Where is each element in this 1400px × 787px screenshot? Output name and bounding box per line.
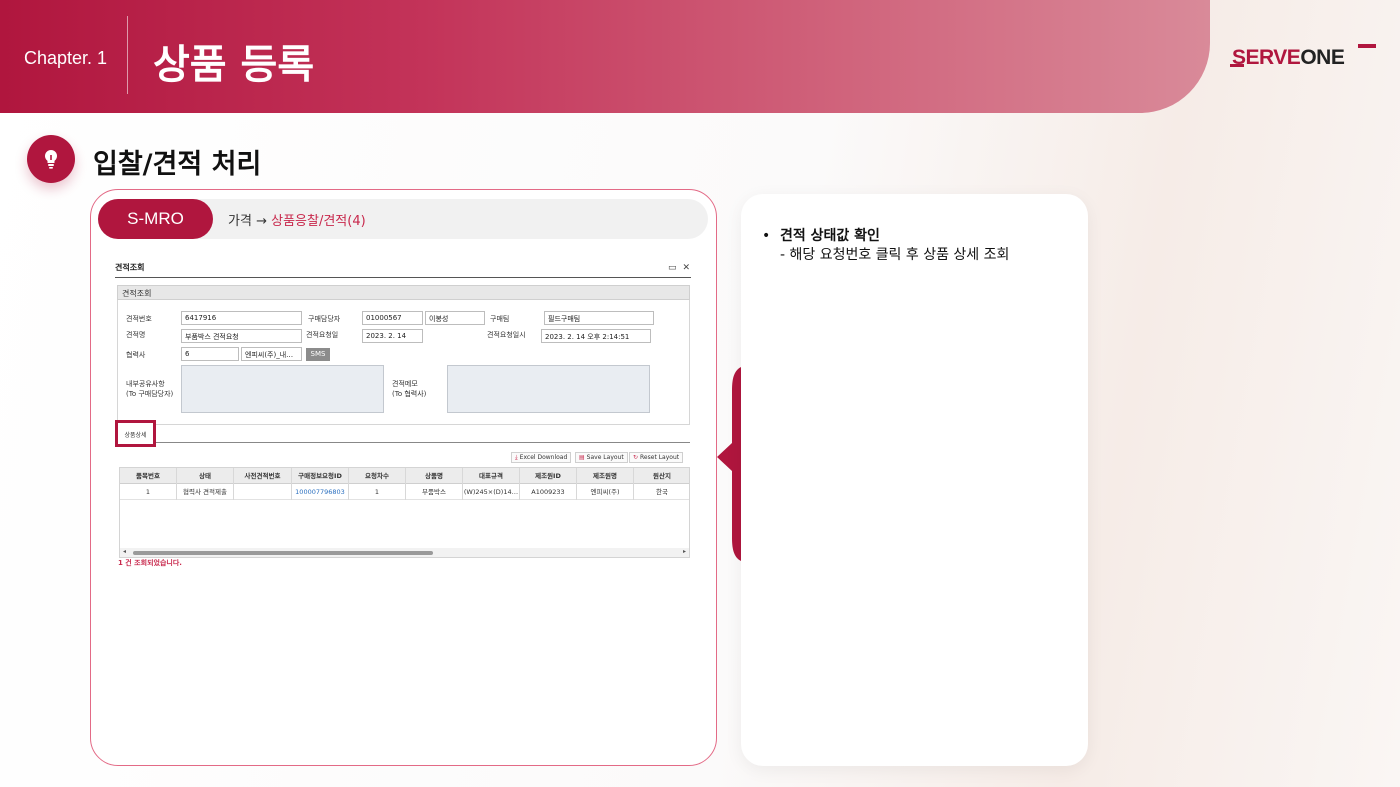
table-cell: 엔피씨(주) bbox=[577, 484, 634, 500]
page-title: 상품 등록 bbox=[153, 42, 315, 88]
column-header[interactable]: 대표규격 bbox=[463, 468, 520, 484]
column-header[interactable]: 제조원ID bbox=[520, 468, 577, 484]
lightbulb-icon bbox=[27, 135, 75, 183]
logo-accent-bar bbox=[1358, 44, 1376, 48]
window-title: 견적조회 bbox=[115, 263, 145, 272]
scroll-right-icon[interactable]: ▸ bbox=[683, 548, 686, 555]
reset-icon: ↻ bbox=[633, 454, 639, 461]
quote-memo-label-1: 견적메모 bbox=[392, 380, 418, 388]
request-date-label: 견적요청일 bbox=[306, 331, 339, 339]
section-title: 입찰/견적 처리 bbox=[93, 149, 262, 180]
column-header[interactable]: 요청차수 bbox=[349, 468, 406, 484]
table-cell: 1 bbox=[120, 484, 177, 500]
quote-memo-label-2: (To 협력사) bbox=[392, 390, 427, 398]
quote-no-label: 견적번호 bbox=[126, 315, 152, 323]
column-header[interactable]: 제조원명 bbox=[577, 468, 634, 484]
tab-divider bbox=[156, 442, 690, 443]
excel-download-button[interactable]: ⤓ Excel Download bbox=[511, 452, 572, 463]
quote-name-field[interactable]: 부품박스 견적요청 bbox=[181, 329, 302, 343]
breadcrumb-prefix: 가격 bbox=[228, 214, 252, 229]
request-date-field[interactable]: 2023. 2. 14 bbox=[362, 329, 423, 343]
note-panel bbox=[741, 194, 1088, 766]
quote-form: 견적번호 6417916 구매담당자 01000567 이봉성 구매팀 필드구매… bbox=[117, 300, 690, 425]
scroll-left-icon[interactable]: ◂ bbox=[123, 548, 126, 555]
grid-header: 품목번호 상태 사전견적번호 구매정보요청ID 요청차수 상품명 대표규격 제조… bbox=[120, 468, 689, 484]
maximize-icon[interactable]: ▭ bbox=[668, 263, 677, 273]
section-header: 견적조회 bbox=[117, 285, 690, 300]
breadcrumb: 가격 → 상품응찰/견적(4) bbox=[228, 210, 366, 229]
serveone-logo: SERVE ONE bbox=[1232, 46, 1345, 70]
table-cell: 부품박스 bbox=[406, 484, 463, 500]
table-cell: A1009233 bbox=[520, 484, 577, 500]
team-field[interactable]: 필드구매팀 bbox=[544, 311, 654, 325]
quote-name-label: 견적명 bbox=[126, 331, 146, 339]
reset-layout-button[interactable]: ↻ Reset Layout bbox=[629, 452, 684, 463]
table-cell: 한국 bbox=[656, 488, 668, 496]
team-label: 구매팀 bbox=[490, 315, 510, 323]
request-datetime-label: 견적요청일시 bbox=[487, 331, 526, 339]
system-badge: S-MRO bbox=[98, 199, 213, 239]
window-controls: ▭ ✕ bbox=[668, 263, 690, 273]
tab-product-detail[interactable]: 상품상세 bbox=[115, 420, 156, 447]
buyer-name-field[interactable]: 이봉성 bbox=[425, 311, 485, 325]
partner-name-field[interactable]: 엔피씨(주)_내… bbox=[241, 347, 302, 361]
reset-layout-label: Reset Layout bbox=[640, 454, 680, 461]
buyer-id-field[interactable]: 01000567 bbox=[362, 311, 423, 325]
internal-note-label-2: (To 구매담당자) bbox=[126, 390, 174, 398]
title-divider bbox=[115, 277, 691, 278]
breadcrumb-active: 상품응찰/견적(4) bbox=[271, 214, 366, 229]
sms-button[interactable]: SMS bbox=[306, 348, 330, 361]
product-grid: 품목번호 상태 사전견적번호 구매정보요청ID 요청차수 상품명 대표규격 제조… bbox=[119, 467, 690, 558]
buyer-label: 구매담당자 bbox=[308, 315, 341, 323]
chapter-label: Chapter. 1 bbox=[24, 48, 108, 68]
column-header[interactable]: 상품명 bbox=[406, 468, 463, 484]
request-id-link[interactable]: 100007796803 bbox=[292, 484, 349, 500]
bullet-icon: • bbox=[762, 228, 771, 244]
bracket-connector-icon bbox=[717, 367, 741, 561]
column-header[interactable]: 원산지 bbox=[634, 468, 690, 484]
logo-accent-underline bbox=[1230, 64, 1244, 67]
table-row[interactable]: 1 협력사 견적제출 100007796803 1 부품박스 (W)245×(D… bbox=[120, 484, 689, 500]
table-cell: (W)245×(D)14… bbox=[463, 484, 520, 500]
scrollbar-thumb[interactable] bbox=[133, 551, 433, 555]
internal-note-label-1: 내부공유사항 bbox=[126, 380, 165, 388]
save-layout-label: Save Layout bbox=[586, 454, 624, 461]
download-icon: ⤓ bbox=[515, 454, 518, 461]
request-datetime-field[interactable]: 2023. 2. 14 오후 2:14:51 bbox=[541, 329, 651, 343]
result-count: 1 건 조회되었습니다. bbox=[118, 559, 182, 567]
table-cell: 1 bbox=[349, 484, 406, 500]
column-header[interactable]: 구매정보요청ID bbox=[292, 468, 349, 484]
excel-download-label: Excel Download bbox=[519, 454, 568, 461]
note-description: - 해당 요청번호 클릭 후 상품 상세 조회 bbox=[780, 247, 1010, 263]
quote-no-field[interactable]: 6417916 bbox=[181, 311, 302, 325]
partner-code-field[interactable]: 6 bbox=[181, 347, 239, 361]
layout-icon: ▤ bbox=[579, 454, 585, 461]
partner-label: 협력사 bbox=[126, 351, 146, 359]
column-header[interactable]: 사전견적번호 bbox=[234, 468, 292, 484]
save-layout-button[interactable]: ▤ Save Layout bbox=[575, 452, 628, 463]
horizontal-scrollbar[interactable]: ◂ ▸ bbox=[120, 548, 689, 557]
column-header[interactable]: 상태 bbox=[177, 468, 234, 484]
header-divider bbox=[127, 16, 128, 94]
table-cell bbox=[234, 484, 292, 500]
arrow-right-icon: → bbox=[256, 214, 267, 229]
column-header[interactable]: 품목번호 bbox=[120, 468, 177, 484]
close-icon[interactable]: ✕ bbox=[683, 263, 691, 273]
internal-note-textarea[interactable] bbox=[181, 365, 384, 413]
note-title: 견적 상태값 확인 bbox=[780, 228, 880, 244]
logo-one-text: ONE bbox=[1300, 46, 1345, 69]
quote-memo-textarea[interactable] bbox=[447, 365, 650, 413]
table-cell: 협력사 견적제출 bbox=[177, 484, 234, 500]
